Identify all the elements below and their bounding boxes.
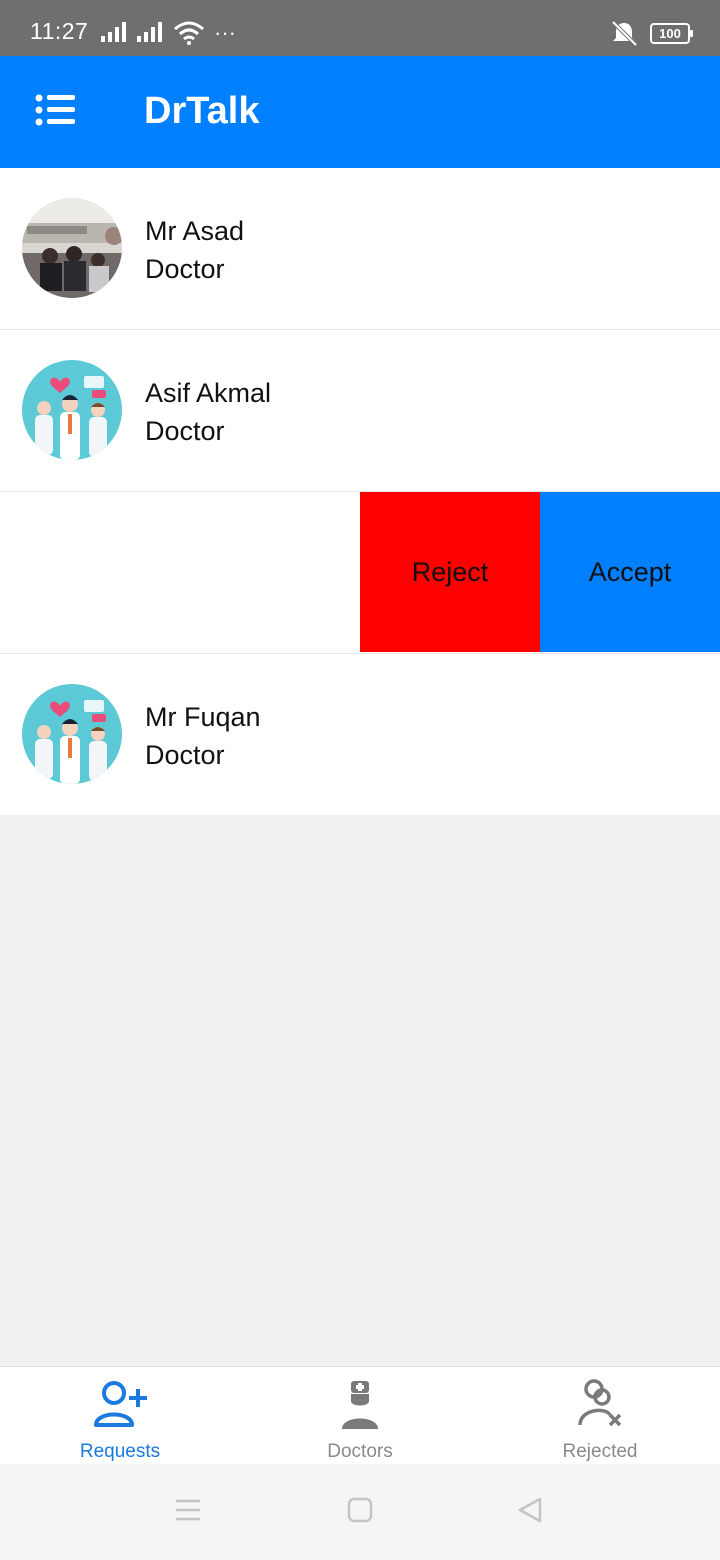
menu-button[interactable]: [34, 92, 78, 132]
status-bar: 11:27 ··· 100: [0, 0, 720, 56]
request-role: Doctor: [145, 740, 225, 770]
request-row-swiped[interactable]: Reject Accept: [0, 492, 720, 654]
system-navigation-bar: [0, 1464, 720, 1560]
doctors-illustration-avatar: [22, 684, 122, 784]
request-name: Mr Asad: [145, 216, 245, 246]
wifi-icon: [174, 21, 204, 45]
request-row[interactable]: Asif Akmal Doctor: [0, 330, 720, 492]
request-list: Mr Asad Doctor Asif Akmal Doctor Reject …: [0, 168, 720, 815]
swipe-actions: Reject Accept: [360, 492, 720, 652]
signal-icon-2: [137, 22, 162, 42]
status-time: 11:27: [30, 18, 89, 44]
doctor-icon: [342, 1381, 378, 1429]
avatar: [22, 360, 122, 460]
more-notifications: ···: [214, 20, 236, 45]
reject-button[interactable]: Reject: [360, 492, 540, 652]
reject-user-icon: [578, 1379, 622, 1427]
avatar: [22, 684, 122, 784]
doctors-illustration-avatar: [22, 360, 122, 460]
request-name: Asif Akmal: [145, 378, 272, 408]
tab-rejected-label: Rejected: [562, 1441, 638, 1462]
photo-group-avatar: [22, 198, 122, 298]
home-icon[interactable]: [346, 1496, 374, 1524]
silent-bell-icon: [611, 20, 638, 46]
request-name: Mr Fuqan: [145, 702, 261, 732]
signal-icon: [101, 22, 126, 42]
tab-doctors-label: Doctors: [327, 1441, 393, 1462]
battery-indicator: 100: [650, 22, 693, 44]
menu-list-icon: [35, 94, 75, 126]
recent-apps-icon[interactable]: [174, 1496, 202, 1524]
add-user-icon: [94, 1381, 147, 1427]
tab-requests-label: Requests: [79, 1441, 161, 1462]
tab-rejected[interactable]: Rejected: [480, 1367, 720, 1465]
tab-doctors[interactable]: Doctors: [240, 1367, 480, 1465]
tab-requests[interactable]: Requests: [0, 1367, 240, 1465]
back-icon[interactable]: [516, 1496, 544, 1524]
avatar: [22, 198, 122, 298]
request-row[interactable]: Mr Fuqan Doctor: [0, 654, 720, 815]
accept-button[interactable]: Accept: [540, 492, 720, 652]
bottom-navigation: Requests Doctors Rejected: [0, 1366, 720, 1465]
request-role: Doctor: [145, 254, 225, 284]
request-row[interactable]: Mr Asad Doctor: [0, 168, 720, 330]
app-title: DrTalk: [144, 90, 260, 132]
app-bar: DrTalk: [0, 56, 720, 168]
request-role: Doctor: [145, 416, 225, 446]
